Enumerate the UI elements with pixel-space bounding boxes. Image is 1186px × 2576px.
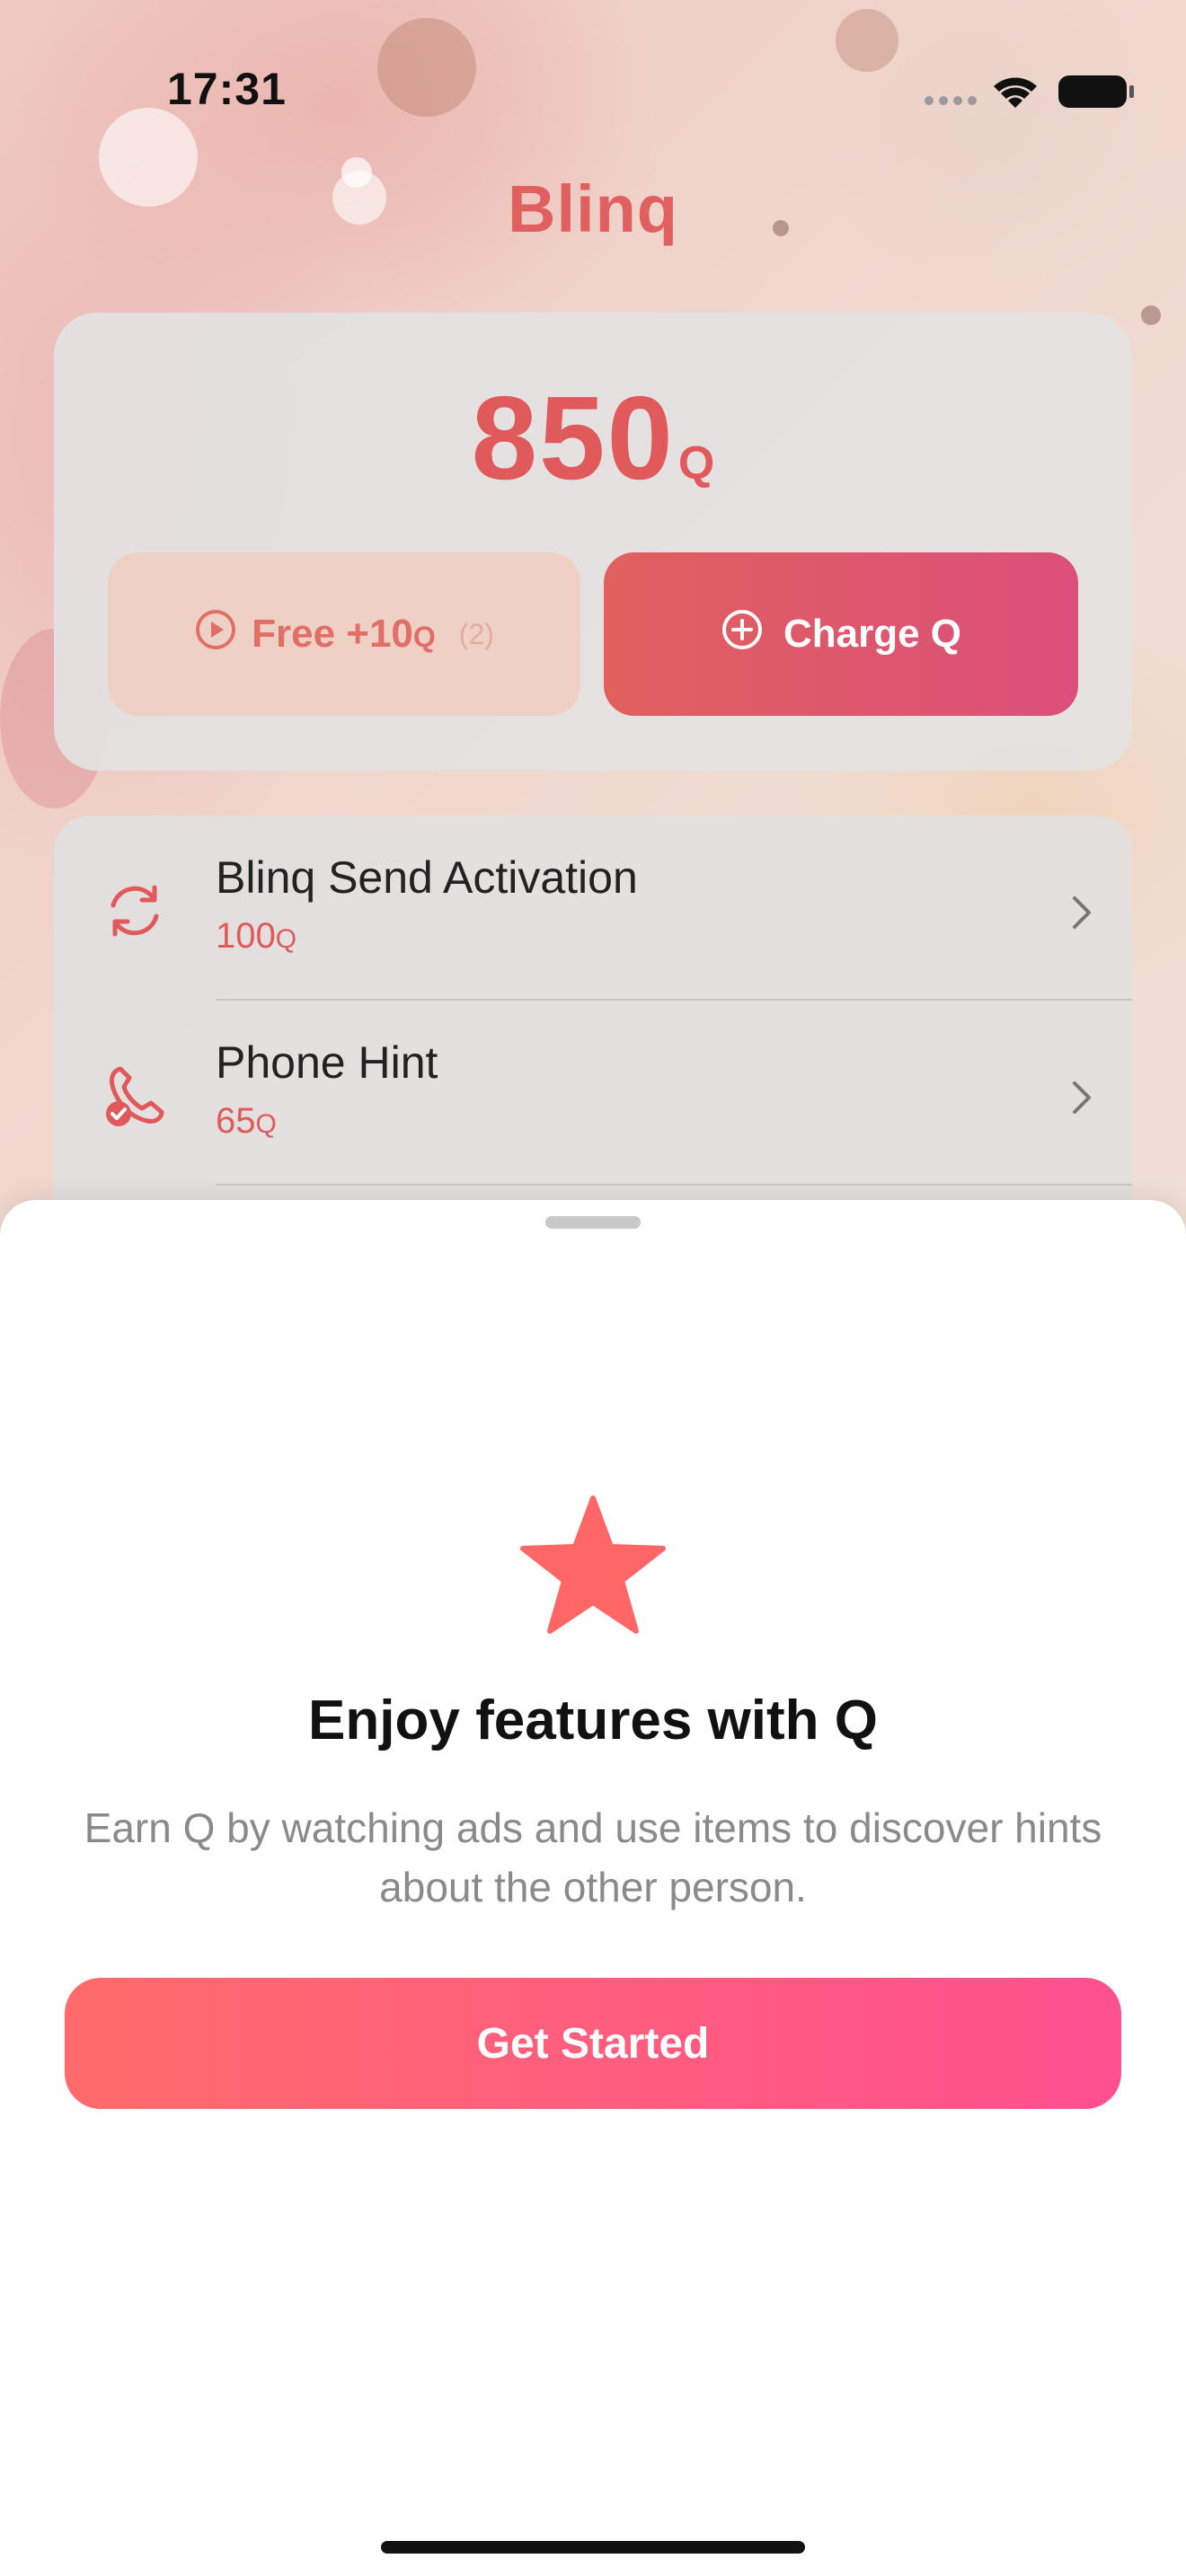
signal-icon (925, 96, 977, 105)
wifi-icon (994, 77, 1037, 108)
chevron-right-icon (1071, 895, 1093, 931)
sheet-title: Enjoy features with Q (308, 1689, 878, 1751)
phone-check-icon (101, 1062, 169, 1130)
background-dot (1141, 305, 1161, 325)
onboarding-sheet: Enjoy features with Q Earn Q by watching… (0, 1200, 1186, 2576)
free-q-button[interactable]: Free +10Q (2) (108, 552, 580, 716)
balance-card: 850Q Free +10Q (2) Charge Q (54, 313, 1132, 771)
sheet-grabber[interactable] (545, 1216, 641, 1229)
play-circle-icon (194, 608, 237, 661)
chevron-right-icon (1071, 1080, 1093, 1116)
list-item-blinq-send[interactable]: Blinq Send Activation 100Q (54, 816, 1132, 1001)
item-list: Blinq Send Activation 100Q Phone Hint 65… (54, 816, 1132, 1220)
home-indicator (381, 2541, 805, 2554)
refresh-icon (101, 877, 169, 945)
status-icons (916, 63, 1186, 117)
charge-q-label: Charge Q (783, 612, 962, 656)
balance-display: 850Q (54, 370, 1132, 506)
background-dot (836, 9, 898, 72)
background-dot (377, 18, 476, 117)
item-price: 100Q (216, 916, 297, 956)
list-item-phone-hint[interactable]: Phone Hint 65Q (54, 1001, 1132, 1186)
list-divider (216, 1184, 1132, 1186)
item-price: 65Q (216, 1101, 277, 1141)
balance-unit: Q (677, 437, 715, 490)
free-q-label: Free +10Q (252, 612, 436, 656)
item-title: Phone Hint (216, 1037, 438, 1088)
get-started-button[interactable]: Get Started (65, 1978, 1121, 2109)
free-q-remaining: (2) (458, 617, 494, 650)
star-icon (519, 1495, 667, 1638)
sheet-description: Earn Q by watching ads and use items to … (84, 1804, 1102, 1910)
plus-circle-icon (721, 608, 764, 661)
balance-amount: 850 (471, 372, 675, 504)
charge-q-button[interactable]: Charge Q (604, 552, 1078, 716)
app-logo: Blinq (508, 172, 678, 246)
battery-icon (1058, 75, 1134, 108)
status-time: 17:31 (167, 64, 287, 114)
item-title: Blinq Send Activation (216, 852, 638, 903)
